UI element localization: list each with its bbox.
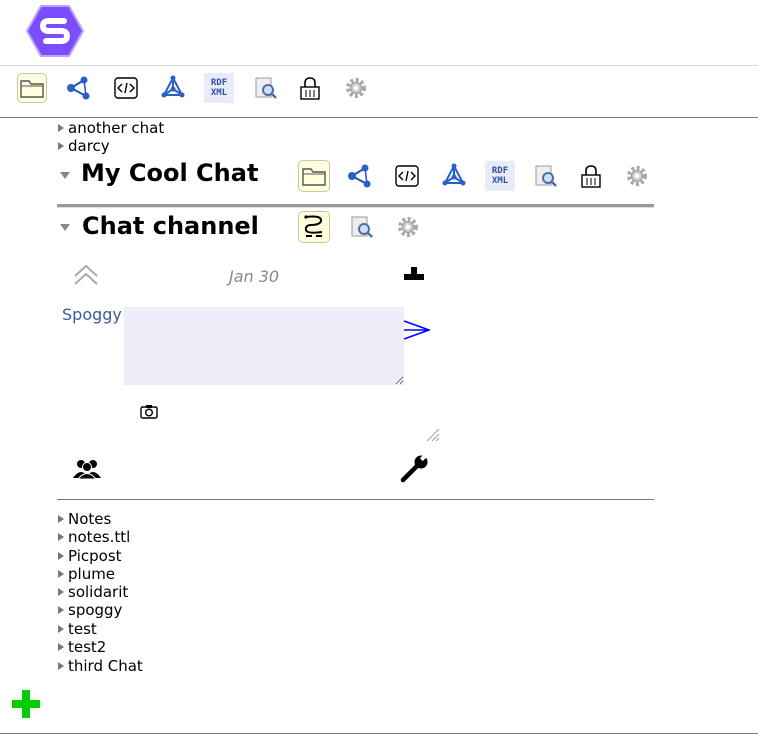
chat-pane-divider [57,499,654,500]
xml-label: XML [491,176,509,186]
folder-pane-divider [57,204,654,208]
tree-item-label: test [68,620,97,638]
tree-item-label: notes.ttl [68,528,131,546]
tree-item-plume[interactable]: plume [58,565,115,583]
tree-item-third-chat[interactable]: third Chat [58,657,143,675]
expand-triangle-icon[interactable] [58,625,64,633]
message-author[interactable]: Spoggy [62,305,122,324]
rdf-label: RDF [210,78,228,88]
lock-icon[interactable] [576,161,606,191]
code-icon[interactable] [111,73,141,103]
wrench-icon[interactable] [399,454,431,484]
rdf-label: RDF [491,166,509,176]
expand-triangle-icon[interactable] [58,643,64,651]
app-logo[interactable]: S [25,4,85,58]
scroll-bottom-icon[interactable] [403,265,425,283]
network-icon[interactable] [64,73,94,103]
tree-item-label: spoggy [68,601,123,619]
toolbar-divider [0,117,758,118]
tree-item-notes[interactable]: Notes [58,510,111,528]
main-toolbar: RDF XML [0,70,758,106]
tree-item-notes-ttl[interactable]: notes.ttl [58,528,130,546]
tree-item-test2[interactable]: test2 [58,638,106,656]
expand-triangle-icon[interactable] [58,606,64,614]
participants-icon[interactable] [73,458,101,480]
code-icon[interactable] [392,161,422,191]
graph-icon[interactable] [158,73,188,103]
tree-item-label: third Chat [68,657,143,675]
chat-icon[interactable] [298,211,330,243]
expand-triangle-icon[interactable] [58,552,64,560]
xml-label: XML [210,88,228,98]
search-doc-icon[interactable] [251,73,281,103]
tree-item-picpost[interactable]: Picpost [58,547,122,565]
folder-toolbar: RDF XML [0,158,700,192]
message-input[interactable] [124,307,404,385]
expand-triangle-icon[interactable] [58,533,64,541]
tree-item-another-chat[interactable]: another chat [58,119,164,137]
tree-item-label: Notes [68,510,112,528]
gear-icon[interactable] [622,161,652,191]
tree-item-label: test2 [68,638,107,656]
collapse-triangle-icon[interactable] [60,224,70,231]
gear-icon[interactable] [341,73,371,103]
chat-title: Chat channel [82,212,259,240]
expand-triangle-icon[interactable] [58,142,64,150]
send-icon[interactable] [402,319,432,341]
header-divider [0,65,758,66]
tree-item-solidarit[interactable]: solidarit [58,583,128,601]
tree-item-label: Picpost [68,547,122,565]
rdf-xml-icon[interactable]: RDF XML [204,73,234,103]
tree-item-label: plume [68,565,116,583]
expand-triangle-icon[interactable] [58,570,64,578]
expand-triangle-icon[interactable] [58,662,64,670]
tree-item-spoggy[interactable]: spoggy [58,601,122,619]
tree-item-darcy[interactable]: darcy [58,137,110,155]
add-button[interactable] [11,689,41,719]
expand-triangle-icon[interactable] [58,515,64,523]
tree-item-label: darcy [68,137,110,155]
lock-icon[interactable] [295,73,325,103]
tree-item-test[interactable]: test [58,620,97,638]
tree-item-label: another chat [68,119,165,137]
graph-icon[interactable] [439,161,469,191]
camera-icon[interactable] [139,403,159,421]
tree-item-label: solidarit [68,583,129,601]
search-doc-icon[interactable] [531,161,561,191]
date-label: Jan 30 [229,267,280,286]
network-icon[interactable] [345,161,375,191]
expand-triangle-icon[interactable] [58,588,64,596]
gear-icon[interactable] [393,212,423,242]
resize-handle-icon[interactable] [425,427,440,442]
folder-icon[interactable] [298,160,330,192]
rdf-xml-icon[interactable]: RDF XML [485,161,515,191]
scroll-up-icon[interactable] [73,264,99,288]
folder-icon[interactable] [17,73,47,103]
search-doc-icon[interactable] [347,212,377,242]
footer-divider [0,733,758,734]
expand-triangle-icon[interactable] [58,124,64,132]
